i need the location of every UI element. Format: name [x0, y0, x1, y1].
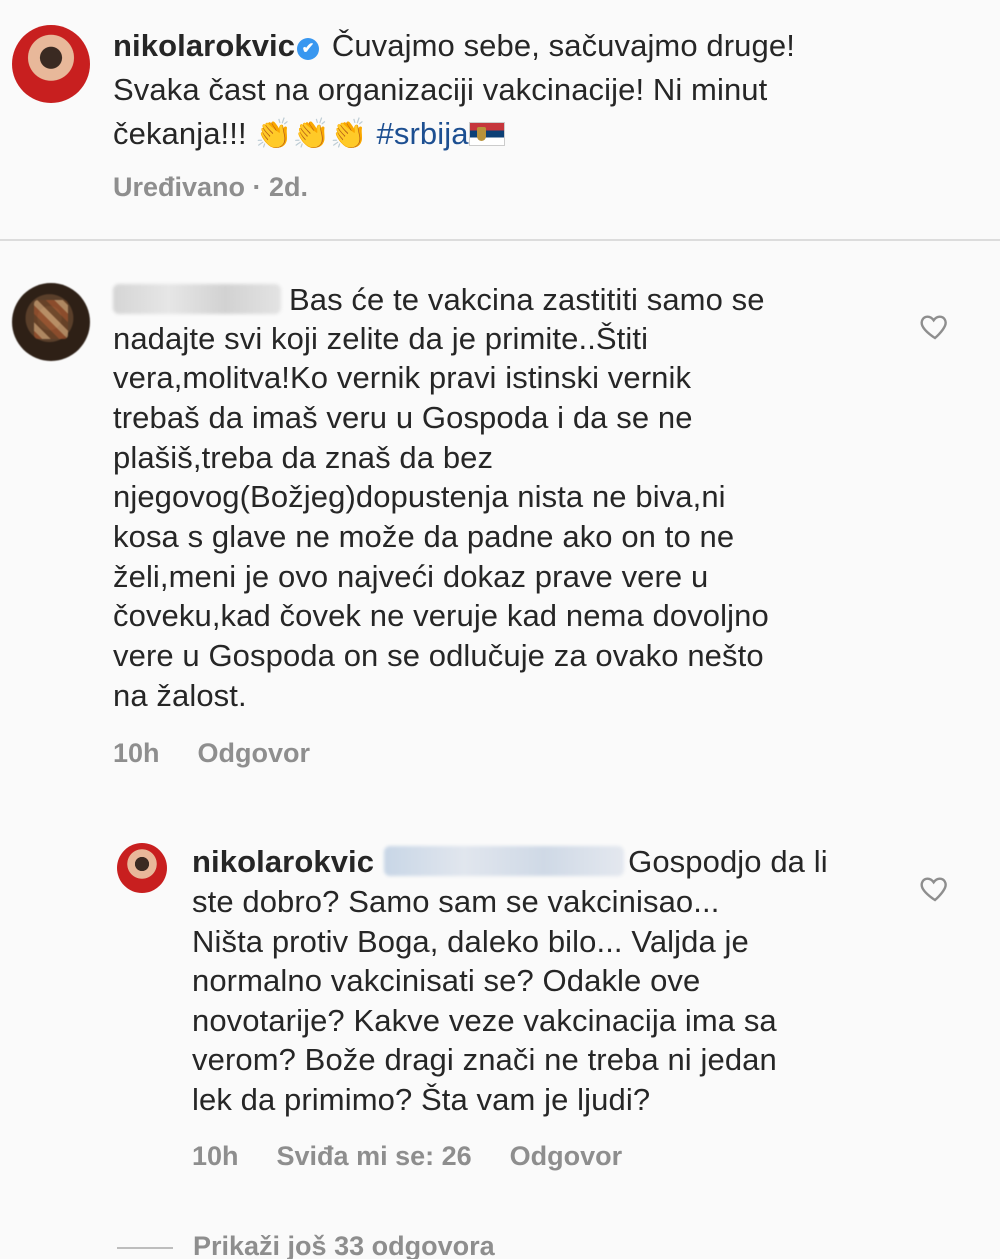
hashtag-link[interactable]: #srbija — [377, 116, 469, 151]
comment-line: na žalost. — [113, 678, 247, 713]
like-heart-icon[interactable] — [919, 872, 951, 904]
post-caption-section: nikolarokvic ✔ Čuvajmo sebe, sačuvajmo dr… — [0, 0, 1000, 240]
commenter-avatar[interactable] — [12, 283, 90, 361]
reply-line: normalno vakcinisati se? Odakle ove — [192, 963, 701, 998]
caption-line-3: čekanja!!! 👏👏👏 #srbija — [113, 114, 505, 155]
caption-line-1: nikolarokvic ✔ Čuvajmo sebe, sačuvajmo dr… — [113, 26, 795, 66]
section-divider — [0, 239, 1000, 241]
comment-line: kosa s glave ne može da padne ako on to … — [113, 519, 735, 554]
comment-line: plašiš,treba da znaš da bez — [113, 440, 494, 475]
mentioned-username-blurred[interactable] — [384, 846, 625, 876]
comment-line: nadajte svi koji zelite da je primite..Š… — [113, 321, 649, 356]
like-heart-icon[interactable] — [919, 310, 951, 342]
owner-username[interactable]: nikolarokvic — [113, 28, 295, 63]
comment-line: želi,meni je ovo najveći dokaz prave ver… — [113, 559, 709, 594]
reply-line: Ništa protiv Boga, daleko bilo... Valjda… — [192, 924, 749, 959]
comment-text-1: Bas će te vakcina zastititi samo se — [289, 282, 765, 317]
caption-text-3: čekanja!!! — [113, 116, 247, 151]
reply-line: verom? Bože dragi znači ne treba ni jeda… — [192, 1042, 777, 1077]
reply-time: 10h — [192, 1141, 239, 1171]
comment-line: vera,molitva!Ko vernik pravi istinski ve… — [113, 360, 692, 395]
comment-time: 10h — [113, 738, 160, 768]
reply-meta: 10h Sviđa mi se: 26 Odgovor — [192, 1141, 660, 1172]
reply-line: lek da primimo? Šta vam je ljudi? — [192, 1082, 651, 1117]
reply-line: ste dobro? Samo sam se vakcinisao... — [192, 884, 720, 919]
show-more-replies-button[interactable]: Prikaži još 33 odgovora — [193, 1231, 495, 1259]
owner-avatar[interactable] — [12, 25, 90, 103]
post-meta: Uređivano · 2d. — [113, 172, 309, 202]
clapping-hands-icon: 👏 — [255, 118, 293, 151]
reply-line: novotarije? Kakve veze vakcinacija ima s… — [192, 1003, 777, 1038]
reply-text-1: Gospodjo da li — [628, 844, 828, 879]
commenter-username-blurred[interactable] — [113, 284, 281, 314]
reply-likes-count[interactable]: Sviđa mi se: 26 — [277, 1141, 472, 1171]
comment-line-1: Bas će te vakcina zastititi samo se — [113, 280, 765, 320]
show-more-line — [117, 1247, 173, 1249]
caption-line-2: Svaka čast na organizaciji vakcinacije! … — [113, 72, 768, 107]
reply-reply-button[interactable]: Odgovor — [510, 1141, 623, 1171]
clapping-hands-icon: 👏 — [330, 118, 368, 151]
caption-text-1: Čuvajmo sebe, sačuvajmo druge! — [331, 28, 795, 63]
comment-line: trebaš da imaš veru u Gospoda i da se ne — [113, 400, 693, 435]
reply-owner-avatar[interactable] — [117, 843, 167, 893]
serbia-flag-icon — [468, 122, 505, 146]
clapping-hands-icon: 👏 — [292, 118, 331, 151]
comment-reply-button[interactable]: Odgovor — [198, 738, 311, 768]
comment-line: vere u Gospoda on se odlučuje za ovako n… — [113, 638, 764, 673]
reply-username[interactable]: nikolarokvic — [192, 844, 374, 879]
comment-meta: 10h Odgovor — [113, 738, 348, 769]
verified-badge-icon: ✔ — [297, 38, 320, 60]
reply-line-1: nikolarokvic Gospodjo da li — [192, 842, 828, 882]
comment-line: čoveku,kad čovek ne veruje kad nema dovo… — [113, 598, 769, 633]
comment-line: njegovog(Božjeg)dopustenja nista ne biva… — [113, 479, 726, 514]
